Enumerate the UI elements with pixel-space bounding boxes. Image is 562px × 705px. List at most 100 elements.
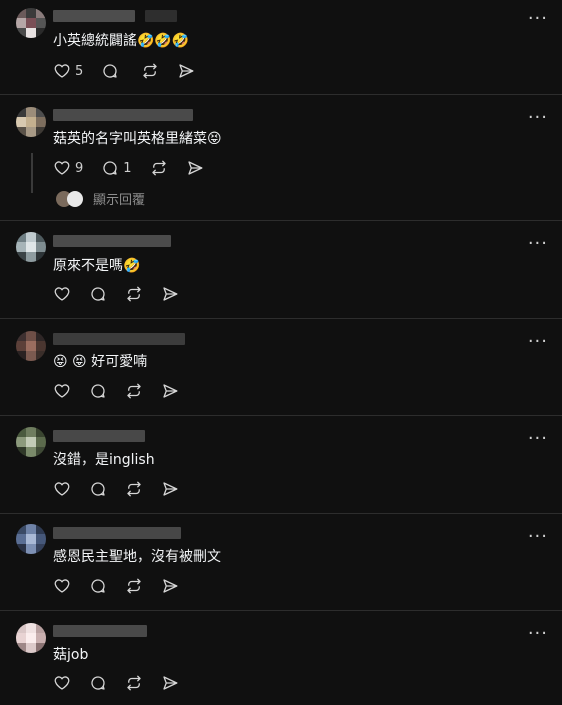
- like-count: 5: [75, 63, 84, 79]
- post: ··· 菇英的名字叫英格里緒菜😝 9 1 顯示回覆: [0, 95, 562, 221]
- repost-icon: [127, 383, 141, 399]
- comment-icon: [91, 287, 105, 301]
- share-button[interactable]: [161, 674, 179, 692]
- post: ··· 小英總統闢謠🤣🤣🤣 5: [0, 0, 562, 95]
- more-icon[interactable]: ···: [528, 625, 548, 643]
- repost-icon: [127, 286, 141, 302]
- avatar[interactable]: [16, 623, 46, 653]
- repost-icon: [127, 578, 141, 594]
- thread-line: [31, 153, 33, 193]
- heart-icon: [54, 482, 70, 496]
- comment-icon: [91, 482, 105, 496]
- username-blurred[interactable]: [53, 333, 185, 345]
- reply-button[interactable]: [89, 674, 107, 692]
- send-icon: [163, 384, 178, 398]
- timestamp-blurred: [145, 10, 177, 22]
- username-blurred[interactable]: [53, 10, 135, 22]
- more-icon[interactable]: ···: [528, 430, 548, 448]
- like-button[interactable]: 9: [53, 159, 83, 177]
- avatar[interactable]: [16, 232, 46, 262]
- reply-button[interactable]: [89, 285, 107, 303]
- username-blurred[interactable]: [53, 109, 193, 121]
- post-text: 沒錯，是inglish: [53, 452, 155, 468]
- more-icon[interactable]: ···: [528, 235, 548, 253]
- like-button[interactable]: 5: [53, 62, 83, 80]
- comment-icon: [91, 676, 105, 690]
- avatar[interactable]: [16, 8, 46, 38]
- repost-button[interactable]: [125, 674, 143, 692]
- more-icon[interactable]: ···: [528, 333, 548, 351]
- send-icon: [163, 579, 178, 593]
- post-text: 小英總統闢謠🤣🤣🤣: [53, 33, 190, 49]
- like-button[interactable]: [53, 285, 71, 303]
- post-actions: [53, 381, 197, 401]
- comment-icon: [91, 579, 105, 593]
- comment-icon: [103, 161, 117, 175]
- post-actions: 5: [53, 61, 213, 81]
- send-icon: [187, 161, 202, 175]
- comment-icon: [91, 384, 105, 398]
- share-button[interactable]: [161, 480, 179, 498]
- username-blurred[interactable]: [53, 430, 145, 442]
- username-blurred[interactable]: [53, 527, 181, 539]
- repost-icon: [143, 63, 157, 79]
- share-button[interactable]: [161, 285, 179, 303]
- post: ··· 原來不是嗎🤣: [0, 221, 562, 319]
- post-actions: [53, 576, 197, 596]
- post-text: 菇英的名字叫英格里緒菜😝: [53, 131, 222, 147]
- post-text: 感恩民主聖地，沒有被刪文: [53, 549, 221, 565]
- more-icon[interactable]: ···: [528, 109, 548, 127]
- like-button[interactable]: [53, 674, 71, 692]
- post: ··· 😝 😝 好可愛喃: [0, 319, 562, 416]
- like-button[interactable]: [53, 382, 71, 400]
- reply-button[interactable]: 1: [101, 159, 132, 177]
- repost-icon: [151, 160, 166, 176]
- repost-icon: [127, 481, 141, 497]
- reply-button[interactable]: [101, 62, 123, 80]
- reply-button[interactable]: [89, 480, 107, 498]
- avatar[interactable]: [16, 524, 46, 554]
- avatar[interactable]: [16, 107, 46, 137]
- username-blurred[interactable]: [53, 625, 147, 637]
- send-icon: [163, 676, 178, 690]
- heart-icon: [54, 579, 70, 593]
- avatar[interactable]: [16, 331, 46, 361]
- heart-icon: [54, 676, 70, 690]
- show-replies-label: 顯示回覆: [93, 193, 146, 208]
- post-text: 菇job: [53, 647, 89, 663]
- repost-button[interactable]: [125, 480, 143, 498]
- heart-icon: [54, 384, 70, 398]
- post-actions: 9 1: [53, 158, 222, 178]
- username-blurred[interactable]: [53, 235, 171, 247]
- more-icon[interactable]: ···: [528, 10, 548, 28]
- send-icon: [163, 482, 178, 496]
- repost-button[interactable]: [125, 285, 143, 303]
- reply-button[interactable]: [89, 382, 107, 400]
- heart-icon: [54, 64, 70, 78]
- like-button[interactable]: [53, 577, 71, 595]
- reply-count: 1: [123, 160, 132, 176]
- avatar[interactable]: [16, 427, 46, 457]
- like-button[interactable]: [53, 480, 71, 498]
- repost-button[interactable]: [125, 382, 143, 400]
- reply-button[interactable]: [89, 577, 107, 595]
- repost-button[interactable]: [125, 577, 143, 595]
- share-button[interactable]: [177, 62, 195, 80]
- more-icon[interactable]: ···: [528, 528, 548, 546]
- share-button[interactable]: [161, 577, 179, 595]
- send-icon: [163, 287, 178, 301]
- share-button[interactable]: [186, 159, 204, 177]
- post: ··· 沒錯，是inglish: [0, 416, 562, 514]
- send-icon: [179, 64, 194, 78]
- post-actions: [53, 284, 197, 304]
- post-text: 😝 😝 好可愛喃: [53, 354, 148, 370]
- comment-icon: [103, 64, 117, 78]
- repost-button[interactable]: [141, 62, 159, 80]
- repost-button[interactable]: [150, 159, 168, 177]
- share-button[interactable]: [161, 382, 179, 400]
- post: ··· 感恩民主聖地，沒有被刪文: [0, 514, 562, 611]
- post-actions: [53, 479, 197, 499]
- like-count: 9: [75, 160, 84, 176]
- show-replies-link[interactable]: 顯示回覆: [56, 189, 145, 208]
- post-actions: [53, 673, 197, 693]
